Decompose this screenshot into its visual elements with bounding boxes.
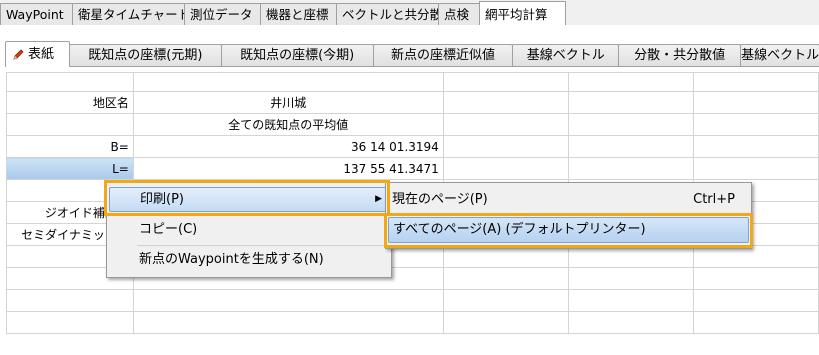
grid-cell[interactable] [692, 157, 819, 180]
subtab-baseline-vector-2[interactable]: 基線ベクトル [740, 44, 819, 66]
grid-cell[interactable] [6, 72, 134, 92]
grid-cell[interactable] [567, 135, 694, 158]
submenu-current-page-label: 現在のページ(P) [392, 192, 488, 207]
grid-cell[interactable]: 地区名 [6, 91, 134, 114]
tab-vector-covariance[interactable]: ベクトルと共分散 [336, 3, 442, 25]
grid-cell[interactable] [442, 289, 569, 312]
subtab-variance-covariance[interactable]: 分散・共分散値 [618, 44, 742, 66]
grid-cell[interactable] [567, 289, 694, 312]
grid-row: L= 137 55 41.3471 [6, 157, 819, 180]
grid-cell[interactable]: 全ての既知点の平均値 [132, 113, 444, 136]
grid-cell[interactable] [692, 311, 819, 334]
grid-cell[interactable] [132, 72, 444, 92]
grid-row: 全ての既知点の平均値 [6, 113, 819, 136]
sub-tab-bar: 表紙 既知点の座標(元期) 既知点の座標(今期) 新点の座標近似値 基線ベクトル… [5, 40, 819, 67]
tab-observation-data[interactable]: 測位データ [184, 3, 261, 25]
menu-item-copy[interactable]: コピー(C) [109, 217, 389, 242]
subtab-baseline-vector[interactable]: 基線ベクトル [512, 44, 620, 66]
menu-separator [137, 215, 387, 216]
subtab-cover-label: 表紙 [28, 47, 55, 62]
grid-cell[interactable] [442, 267, 569, 290]
grid-cell[interactable]: 井川城 [132, 91, 444, 114]
grid-cell[interactable] [442, 113, 569, 136]
submenu-item-all-pages[interactable]: すべてのページ(A) (デフォルトプリンター) [388, 217, 749, 243]
menu-separator [137, 245, 387, 246]
tab-waypoint[interactable]: WayPoint [0, 3, 73, 25]
grid-cell[interactable] [692, 289, 819, 312]
grid-cell[interactable]: B= [6, 135, 134, 158]
subtab-known-coords-original[interactable]: 既知点の座標(元期) [68, 44, 222, 66]
tab-inspection[interactable]: 点検 [438, 3, 480, 25]
print-submenu: 現在のページ(P) Ctrl+P すべてのページ(A) (デフォルトプリンター) [385, 182, 752, 249]
menu-item-generate-waypoint[interactable]: 新点のWaypointを生成する(N) [109, 247, 389, 272]
grid-cell[interactable]: 36 14 01.3194 [132, 135, 444, 158]
menu-item-print-label: 印刷(P) [140, 192, 184, 207]
grid-row [6, 311, 819, 334]
grid-cell[interactable] [442, 311, 569, 334]
grid-cell[interactable] [6, 289, 134, 312]
grid-cell[interactable] [567, 311, 694, 334]
grid-cell[interactable] [442, 91, 569, 114]
grid-cell[interactable] [567, 157, 694, 180]
menu-item-print[interactable]: 印刷(P) ▶ [109, 187, 389, 212]
grid-cell[interactable] [442, 135, 569, 158]
grid-cell[interactable] [6, 311, 134, 334]
tab-equipment-coords[interactable]: 機器と座標 [260, 3, 337, 25]
submenu-arrow-icon: ▶ [375, 194, 382, 204]
grid-row [6, 289, 819, 312]
grid-row: B= 36 14 01.3194 [6, 135, 819, 158]
grid-cell[interactable] [567, 91, 694, 114]
grid-cell[interactable] [132, 311, 444, 334]
grid-cell[interactable] [692, 267, 819, 290]
grid-cell[interactable] [442, 157, 569, 180]
tab-satellite-timechart[interactable]: 衛星タイムチャート [72, 3, 190, 25]
sub-tab-area: 表紙 既知点の座標(元期) 既知点の座標(今期) 新点の座標近似値 基線ベクトル… [0, 25, 819, 70]
submenu-item-current-page[interactable]: 現在のページ(P) Ctrl+P [388, 187, 749, 213]
grid-row: 地区名 井川城 [6, 91, 819, 114]
grid-cell[interactable] [132, 289, 444, 312]
grid-row [6, 72, 819, 92]
context-menu: 印刷(P) ▶ コピー(C) 新点のWaypointを生成する(N) [106, 182, 392, 278]
main-tab-bar: WayPoint 衛星タイムチャート 測位データ 機器と座標 ベクトルと共分散 … [0, 0, 819, 26]
tab-network-adjustment[interactable]: 網平均計算 [479, 1, 566, 26]
shortcut-ctrl-p: Ctrl+P [693, 192, 735, 207]
grid-cell[interactable] [692, 135, 819, 158]
pencil-icon [13, 49, 24, 60]
grid-cell[interactable] [442, 72, 569, 92]
grid-cell[interactable]: L= [6, 157, 134, 180]
grid-cell[interactable] [692, 91, 819, 114]
grid-cell[interactable] [567, 72, 694, 92]
subtab-cover[interactable]: 表紙 [5, 41, 70, 67]
grid-cell[interactable] [692, 113, 819, 136]
subtab-new-point-approx[interactable]: 新点の座標近似値 [372, 44, 514, 66]
grid-cell[interactable]: 137 55 41.3471 [132, 157, 444, 180]
grid-cell[interactable] [6, 113, 134, 136]
grid-cell[interactable] [567, 267, 694, 290]
grid-cell[interactable] [692, 72, 819, 92]
subtab-known-coords-current[interactable]: 既知点の座標(今期) [220, 44, 374, 66]
grid-cell[interactable] [567, 113, 694, 136]
